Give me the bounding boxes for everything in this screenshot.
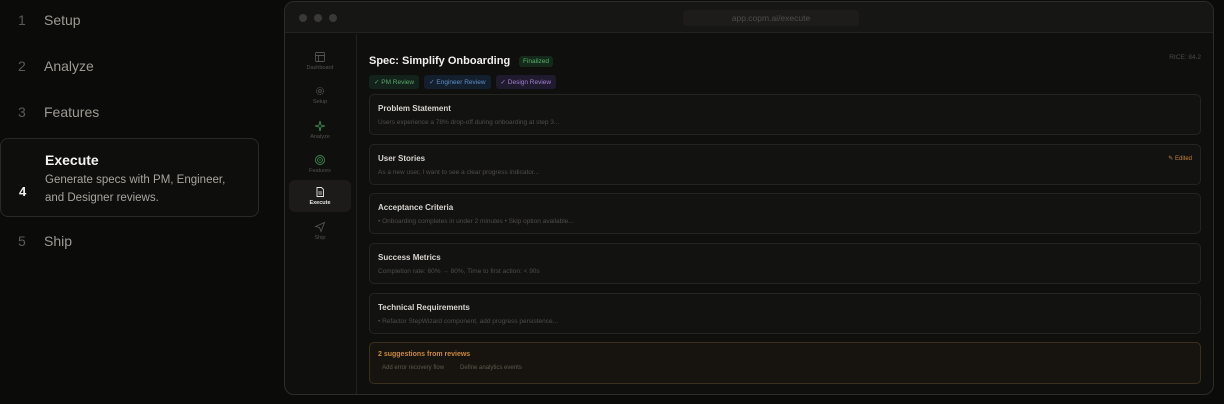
spec-section-acceptance-criteria[interactable]: Acceptance Criteria • Onboarding complet… (369, 193, 1201, 234)
step-number: 5 (18, 233, 26, 249)
review-suggestions: 2 suggestions from reviews Add error rec… (369, 342, 1201, 384)
step-number: 3 (18, 104, 26, 120)
document-icon (316, 187, 324, 197)
sidebar-item-label: Dashboard (306, 65, 334, 71)
status-badge: Finalized (519, 56, 554, 67)
section-preview: • Onboarding completes in under 2 minute… (378, 218, 574, 225)
suggestions-title: 2 suggestions from reviews (378, 351, 471, 358)
step-ship[interactable]: 5 Ship (0, 233, 259, 249)
sidebar-item-label: Setup (312, 99, 328, 105)
review-badges: ✓ PM Review ✓ Engineer Review ✓ Design R… (369, 75, 557, 89)
app-sidebar: Dashboard Setup Analyze Features Execute… (285, 34, 357, 394)
window-titlebar: app.copm.ai/execute (285, 2, 1213, 33)
sidebar-item-analyze[interactable]: Analyze (289, 114, 351, 146)
step-label: Execute (45, 152, 99, 168)
suggestion-list: Add error recovery flow Define analytics… (378, 364, 1192, 372)
section-title: Acceptance Criteria (378, 203, 454, 212)
spec-section-problem-statement[interactable]: Problem Statement Users experience a 78%… (369, 94, 1201, 135)
section-preview: Completion rate: 60% → 80%, Time to firs… (378, 268, 540, 275)
step-label: Setup (44, 12, 81, 28)
step-label: Features (44, 104, 100, 120)
step-setup[interactable]: 1 Setup (0, 12, 259, 28)
section-preview: Users experience a 78% drop-off during o… (378, 119, 560, 126)
section-preview: As a new user, I want to see a clear pro… (378, 169, 540, 176)
gear-icon (315, 86, 325, 96)
suggestion-chip[interactable]: Define analytics events (456, 364, 526, 372)
window-maximize-dot[interactable] (329, 14, 337, 22)
send-icon (314, 221, 326, 233)
edited-label: Edited (1174, 156, 1192, 162)
layout-icon (315, 52, 325, 62)
spec-panel: Spec: Simplify Onboarding Finalized RICE… (369, 34, 1201, 394)
app-window: app.copm.ai/execute Dashboard Setup Anal… (284, 1, 1214, 395)
sidebar-item-label: Features (309, 168, 331, 174)
edited-badge: ✎ Edited (1168, 155, 1192, 162)
step-number: 2 (18, 58, 26, 74)
window-close-dot[interactable] (299, 14, 307, 22)
pm-review-badge[interactable]: ✓ PM Review (369, 75, 420, 89)
pencil-icon: ✎ (1168, 156, 1174, 162)
step-execute[interactable]: 4 Execute Generate specs with PM, Engine… (0, 138, 259, 217)
spec-section-technical-requirements[interactable]: Technical Requirements • Refactor StepWi… (369, 293, 1201, 334)
section-title: Success Metrics (378, 253, 441, 262)
page-title: Spec: Simplify Onboarding (369, 55, 511, 67)
sidebar-item-label: Ship (314, 235, 326, 241)
section-preview: • Refactor StepWizard component, add pro… (378, 318, 559, 325)
section-title: Problem Statement (378, 104, 451, 113)
step-analyze[interactable]: 2 Analyze (0, 58, 259, 74)
engineer-review-badge[interactable]: ✓ Engineer Review (424, 75, 491, 89)
window-minimize-dot[interactable] (314, 14, 322, 22)
step-description: Generate specs with PM, Engineer, and De… (45, 174, 226, 204)
design-review-badge[interactable]: ✓ Design Review (495, 75, 557, 89)
suggestion-chip[interactable]: Add error recovery flow (378, 364, 448, 372)
rice-score: RICE: 84.2 (1169, 54, 1201, 61)
spec-section-user-stories[interactable]: User Stories As a new user, I want to se… (369, 144, 1201, 185)
section-title: User Stories (378, 154, 426, 163)
section-title: Technical Requirements (378, 303, 470, 312)
sidebar-item-execute[interactable]: Execute (289, 180, 351, 212)
sidebar-item-features[interactable]: Features (289, 148, 351, 180)
sidebar-item-label: Execute (309, 200, 331, 206)
target-icon (315, 155, 325, 165)
url-bar[interactable]: app.copm.ai/execute (683, 10, 859, 26)
step-features[interactable]: 3 Features (0, 104, 259, 120)
spec-section-success-metrics[interactable]: Success Metrics Completion rate: 60% → 8… (369, 243, 1201, 284)
sidebar-item-ship[interactable]: Ship (289, 215, 351, 247)
sidebar-item-label: Analyze (310, 134, 330, 140)
sidebar-item-setup[interactable]: Setup (289, 79, 351, 111)
step-label: Ship (44, 233, 73, 249)
step-number: 4 (19, 184, 27, 199)
step-label: Analyze (44, 58, 94, 74)
sparkle-icon (314, 120, 326, 132)
sidebar-item-dashboard[interactable]: Dashboard (289, 45, 351, 77)
step-number: 1 (18, 12, 26, 28)
